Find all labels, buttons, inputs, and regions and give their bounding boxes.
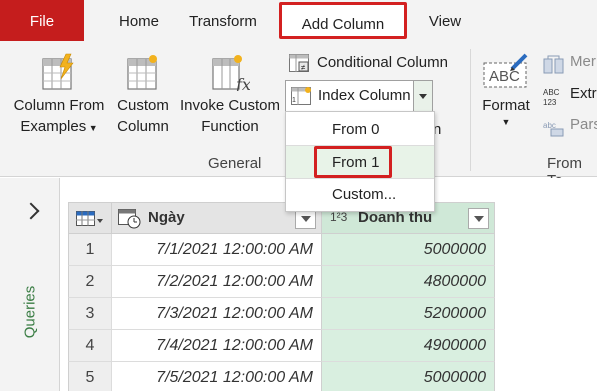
svg-text:123: 123	[543, 98, 557, 107]
queries-label[interactable]: Queries	[22, 286, 39, 339]
value-cell[interactable]: 5000000	[321, 234, 495, 266]
date-cell[interactable]: 7/4/2021 12:00:00 AM	[111, 330, 321, 362]
custom-column-label-1: Custom	[117, 97, 169, 114]
table-row: 2 7/2/2021 12:00:00 AM 4800000	[68, 266, 495, 298]
row-number: 1	[68, 234, 111, 266]
menu-item-from-0[interactable]: From 0	[286, 113, 434, 146]
extract-label: Extr	[570, 85, 597, 102]
invoke-function-icon: fx	[210, 53, 251, 94]
custom-column-icon	[126, 53, 160, 91]
ribbon-separator	[470, 49, 471, 171]
column-from-examples-icon	[42, 53, 76, 91]
date-cell[interactable]: 7/1/2021 12:00:00 AM	[111, 234, 321, 266]
table-menu-icon	[76, 211, 103, 226]
merge-columns-label: Mer	[570, 53, 596, 70]
number-type-icon[interactable]: 1²3	[330, 210, 347, 224]
table-menu-header[interactable]	[68, 202, 111, 234]
table-row: 4 7/4/2021 12:00:00 AM 4900000	[68, 330, 495, 362]
date-cell[interactable]: 7/2/2021 12:00:00 AM	[111, 266, 321, 298]
row-number: 3	[68, 298, 111, 330]
tab-home[interactable]: Home	[90, 0, 188, 41]
conditional-column-label: Conditional Column	[317, 54, 448, 71]
custom-column-label-2: Column	[117, 118, 169, 135]
index-column-icon: 1	[291, 87, 311, 105]
svg-text:≠: ≠	[301, 63, 306, 72]
column-name-ngay: Ngày	[148, 209, 185, 226]
row-number: 5	[68, 362, 111, 391]
column-from-examples-label-1: Column From	[13, 97, 105, 114]
index-column-button[interactable]: 1 Index Column	[285, 80, 433, 112]
format-abc-icon: ABC	[482, 53, 530, 91]
conditional-column-icon: ≠	[289, 54, 309, 72]
svg-text:1: 1	[292, 97, 296, 104]
format-label: Format	[482, 97, 530, 114]
row-number: 2	[68, 266, 111, 298]
table-row: 5 7/5/2021 12:00:00 AM 5000000	[68, 362, 495, 391]
expand-chevron-icon[interactable]	[22, 202, 40, 220]
format-button[interactable]: ABC Format ▼	[476, 53, 536, 128]
tab-add-column[interactable]: Add Column	[279, 2, 407, 39]
svg-text:ABC: ABC	[489, 68, 520, 85]
format-dropdown-arrow: ▼	[501, 117, 511, 127]
menu-item-custom[interactable]: Custom...	[286, 178, 434, 211]
invoke-custom-function-label-1: Invoke Custom	[179, 97, 281, 114]
invoke-custom-function-button[interactable]: fx Invoke Custom Function	[174, 53, 286, 137]
value-cell[interactable]: 4800000	[321, 266, 495, 298]
from-1-highlight-box	[314, 146, 392, 178]
custom-column-button[interactable]: Custom Column	[112, 53, 174, 137]
tab-transform[interactable]: Transform	[181, 0, 265, 41]
date-cell[interactable]: 7/5/2021 12:00:00 AM	[111, 362, 321, 391]
table-row: 3 7/3/2021 12:00:00 AM 5200000	[68, 298, 495, 330]
index-column-dropdown-arrow[interactable]	[413, 81, 432, 111]
table-row: 1 7/1/2021 12:00:00 AM 5000000	[68, 234, 495, 266]
ribbon-tab-bar: File Home Transform Add Column View	[0, 0, 597, 41]
value-cell[interactable]: 5200000	[321, 298, 495, 330]
value-cell[interactable]: 4900000	[321, 330, 495, 362]
invoke-custom-function-label-2: Function	[201, 118, 259, 135]
index-column-label: Index Column	[318, 87, 411, 104]
column-from-examples-label-2: Examples ▼	[20, 118, 98, 135]
datetime-type-icon[interactable]	[118, 207, 142, 229]
merge-columns-icon	[543, 55, 564, 74]
row-number: 4	[68, 330, 111, 362]
svg-text:fx: fx	[235, 75, 250, 91]
extract-icon: ABC 123	[543, 88, 560, 107]
filter-dropdown-button[interactable]	[468, 208, 489, 229]
parse-icon: abc	[543, 121, 564, 137]
column-from-examples-button[interactable]: Column From Examples ▼	[6, 53, 112, 139]
tab-file[interactable]: File	[0, 0, 84, 41]
tab-view[interactable]: View	[420, 0, 470, 41]
value-cell[interactable]: 5000000	[321, 362, 495, 391]
queries-pane[interactable]	[0, 178, 60, 391]
group-label-general: General	[208, 155, 262, 172]
parse-label: Pars	[570, 116, 597, 133]
svg-text:ABC: ABC	[543, 88, 560, 97]
date-cell[interactable]: 7/3/2021 12:00:00 AM	[111, 298, 321, 330]
